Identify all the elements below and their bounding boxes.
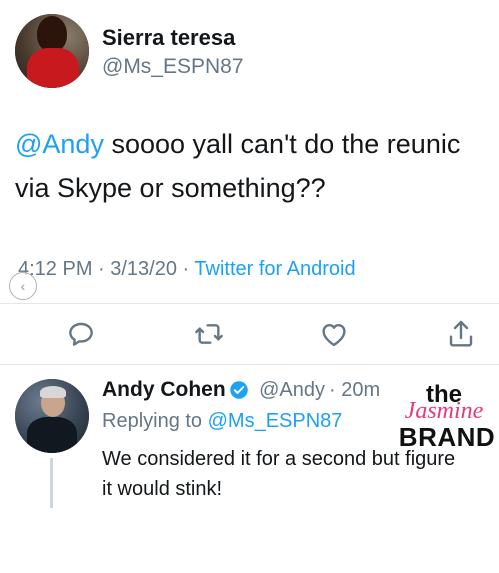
replying-to-label: Replying to [102, 410, 208, 432]
author-handle[interactable]: @Ms_ESPN87 [102, 55, 244, 79]
tweet-text-line-1: @Andy soooo yall can't do the reunic [15, 122, 460, 166]
retweet-button[interactable] [193, 318, 225, 350]
tweet-timestamp[interactable]: 4:12 PM · 3/13/20 · [18, 258, 194, 280]
share-button[interactable] [445, 318, 477, 350]
watermark-brand: BRAND [398, 422, 496, 452]
back-arrow-icon[interactable]: ‹ [9, 272, 37, 300]
replying-to-handle[interactable]: @Ms_ESPN87 [208, 410, 343, 432]
tweet-source[interactable]: Twitter for Android [194, 258, 355, 280]
reply-time: · 20m [329, 379, 381, 401]
reply-button[interactable] [65, 318, 97, 350]
tweet-text-line-2: via Skype or something?? [15, 173, 326, 203]
mention-link[interactable]: @Andy [15, 129, 104, 159]
author-name[interactable]: Sierra teresa [102, 25, 235, 51]
reply-header: Andy Cohen @Andy · 20m [102, 378, 380, 402]
thread-line [50, 458, 53, 508]
divider [0, 364, 499, 365]
retweet-icon [195, 324, 223, 344]
reply-author-name[interactable]: Andy Cohen [102, 378, 226, 401]
tweet-meta: 4:12 PM · 3/13/20 · Twitter for Android [18, 258, 356, 281]
replying-to-line: Replying to @Ms_ESPN87 [102, 410, 342, 433]
tweet-text: soooo yall can't do the reunic [103, 129, 461, 159]
watermark-jasmine: Jasmine [404, 398, 484, 424]
verified-badge-icon [229, 381, 248, 399]
heart-icon [322, 324, 346, 347]
divider [0, 303, 499, 304]
share-icon [449, 320, 473, 347]
reply-author-handle[interactable]: @Andy [259, 379, 325, 401]
reply-text-line-2: it would stink! [102, 478, 223, 500]
comment-icon [69, 322, 93, 346]
like-button[interactable] [318, 318, 350, 350]
reply-author-avatar[interactable] [15, 379, 89, 453]
author-avatar[interactable] [15, 14, 89, 88]
